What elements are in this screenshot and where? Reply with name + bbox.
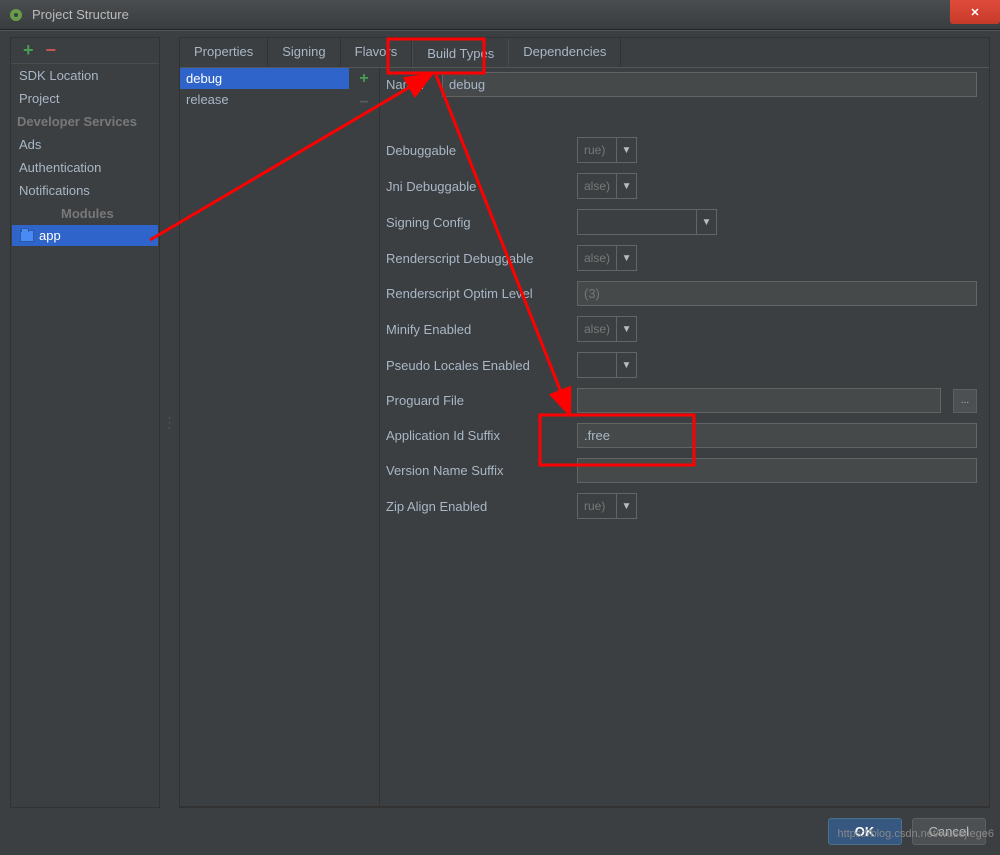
signing-select[interactable]: ▼ <box>577 209 717 235</box>
label-jni: Jni Debuggable <box>386 179 571 194</box>
tab-signing[interactable]: Signing <box>268 38 340 67</box>
body-row: debug release + − Name: Debuggable <box>180 68 989 807</box>
sidebar-item-auth[interactable]: Authentication <box>11 156 159 179</box>
list-toolbar: + − <box>349 68 379 806</box>
jni-select[interactable]: alse) ▼ <box>577 173 637 199</box>
sidebar-splitter[interactable] <box>166 37 173 808</box>
label-zip: Zip Align Enabled <box>386 499 571 514</box>
right-pane: Properties Signing Flavors Build Types D… <box>179 37 990 808</box>
label-debuggable: Debuggable <box>386 143 571 158</box>
tab-flavors[interactable]: Flavors <box>341 38 413 67</box>
remove-icon[interactable]: − <box>46 40 57 61</box>
tab-build-types[interactable]: Build Types <box>412 38 509 67</box>
module-label: app <box>39 228 61 243</box>
tab-dependencies[interactable]: Dependencies <box>509 38 621 67</box>
minify-select[interactable]: alse) ▼ <box>577 316 637 342</box>
label-signing: Signing Config <box>386 215 571 230</box>
label-proguard: Proguard File <box>386 393 571 408</box>
pseudo-select[interactable]: ▼ <box>577 352 637 378</box>
proguard-browse-button[interactable]: ... <box>953 389 977 413</box>
content: + − SDK Location Project Developer Servi… <box>0 30 1000 808</box>
sidebar-group-devservices: Developer Services <box>11 110 159 133</box>
sidebar-item-notif[interactable]: Notifications <box>11 179 159 202</box>
build-type-item-debug[interactable]: debug <box>180 68 349 89</box>
appid-suffix-input[interactable] <box>577 423 977 448</box>
watermark-text: https://blog.csdn.net/wusejiege6 <box>837 828 994 840</box>
label-version: Version Name Suffix <box>386 463 571 478</box>
form-panel: Name: Debuggable rue) ▼ Jni Debuggable a… <box>380 68 989 806</box>
label-minify: Minify Enabled <box>386 322 571 337</box>
chevron-down-icon: ▼ <box>616 494 636 518</box>
add-build-type-icon[interactable]: + <box>359 70 368 88</box>
chevron-down-icon: ▼ <box>616 174 636 198</box>
remove-build-type-icon[interactable]: − <box>359 94 368 112</box>
version-suffix-input[interactable] <box>577 458 977 483</box>
sidebar-group-modules: Modules <box>11 202 159 225</box>
label-appid: Application Id Suffix <box>386 428 571 443</box>
chevron-down-icon: ▼ <box>696 210 716 234</box>
label-name: Name: <box>386 77 436 92</box>
titlebar: Project Structure <box>0 0 1000 30</box>
rs-optim-input[interactable] <box>577 281 977 306</box>
sidebar: + − SDK Location Project Developer Servi… <box>10 37 160 808</box>
label-rs-debug: Renderscript Debuggable <box>386 251 571 266</box>
debuggable-select[interactable]: rue) ▼ <box>577 137 637 163</box>
sidebar-item-ads[interactable]: Ads <box>11 133 159 156</box>
chevron-down-icon: ▼ <box>616 246 636 270</box>
chevron-down-icon: ▼ <box>616 353 636 377</box>
sidebar-item-project[interactable]: Project <box>11 87 159 110</box>
label-pseudo: Pseudo Locales Enabled <box>386 358 571 373</box>
name-input[interactable] <box>442 72 977 97</box>
module-folder-icon <box>20 230 34 242</box>
sidebar-toolbar: + − <box>11 38 159 64</box>
add-icon[interactable]: + <box>23 40 34 61</box>
proguard-input[interactable] <box>577 388 941 413</box>
zip-select[interactable]: rue) ▼ <box>577 493 637 519</box>
chevron-down-icon: ▼ <box>616 138 636 162</box>
build-type-list-panel: debug release + − <box>180 68 380 806</box>
label-rs-optim: Renderscript Optim Level <box>386 286 571 301</box>
sidebar-item-sdk[interactable]: SDK Location <box>11 64 159 87</box>
sidebar-item-module-app[interactable]: app <box>12 225 158 246</box>
window-title: Project Structure <box>32 7 129 22</box>
rs-debug-select[interactable]: alse) ▼ <box>577 245 637 271</box>
build-type-list[interactable]: debug release <box>180 68 349 806</box>
app-icon <box>8 7 24 23</box>
close-button[interactable] <box>950 0 1000 24</box>
build-type-item-release[interactable]: release <box>180 89 349 110</box>
chevron-down-icon: ▼ <box>616 317 636 341</box>
tab-properties[interactable]: Properties <box>180 38 268 67</box>
tabs: Properties Signing Flavors Build Types D… <box>180 38 989 68</box>
